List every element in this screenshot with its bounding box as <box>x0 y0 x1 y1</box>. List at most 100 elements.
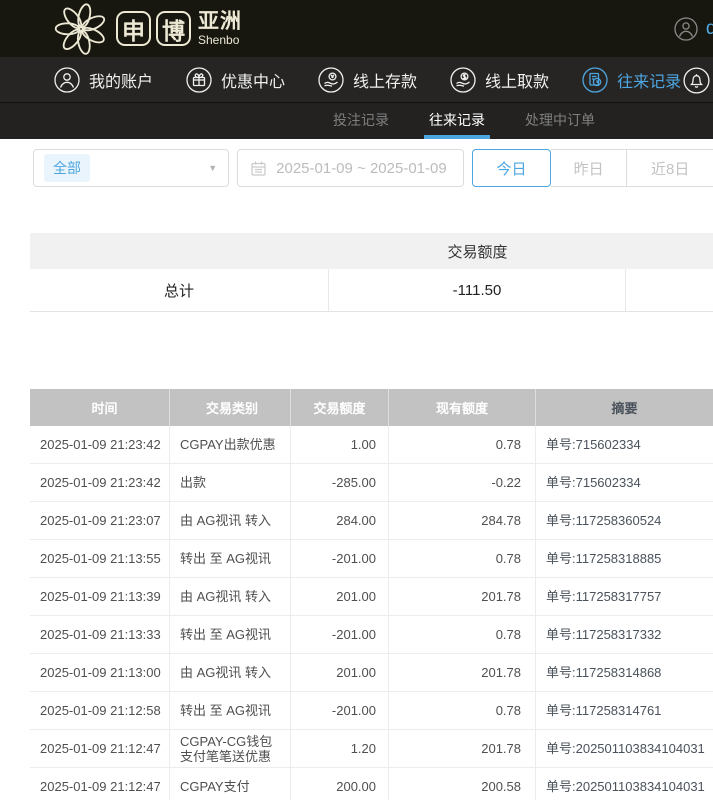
table-header-row: 时间 交易类别 交易额度 现有额度 摘要 <box>30 389 713 426</box>
col-header-type: 交易类别 <box>170 389 291 426</box>
nav-item-withdraw[interactable]: 线上取款 <box>450 67 549 93</box>
cell-time: 2025-01-09 21:23:07 <box>30 502 170 539</box>
cell-amount: 284.00 <box>291 502 389 539</box>
cell-amount: 201.00 <box>291 578 389 615</box>
brand-logo[interactable]: 申 博 亚洲 Shenbo <box>54 2 242 56</box>
cell-type: 转出 至 AG视讯 <box>170 692 291 729</box>
category-select[interactable]: 全部 ▼ <box>33 149 229 187</box>
notifications-button[interactable] <box>683 67 710 94</box>
cell-type: 由 AG视讯 转入 <box>170 578 291 615</box>
cell-amount: 1.20 <box>291 730 389 767</box>
table-row: 2025-01-09 21:12:58 转出 至 AG视讯 -201.00 0.… <box>30 692 713 730</box>
summary-col-header: 交易额度 <box>329 241 626 262</box>
cell-type: 由 AG视讯 转入 <box>170 502 291 539</box>
cell-time: 2025-01-09 21:12:47 <box>30 768 170 800</box>
cell-time: 2025-01-09 21:13:55 <box>30 540 170 577</box>
summary-row-label: 总计 <box>30 269 329 311</box>
summary-total-row: 总计 -111.50 <box>30 269 713 312</box>
cell-time: 2025-01-09 21:13:33 <box>30 616 170 653</box>
chevron-down-icon: ▼ <box>208 163 217 173</box>
date-range-input[interactable]: 2025-01-09 ~ 2025-01-09 <box>237 149 464 187</box>
cell-balance: 0.78 <box>389 426 536 463</box>
top-header: 申 博 亚洲 Shenbo qh <box>0 0 713 57</box>
summary-total-value: -111.50 <box>329 269 626 311</box>
cell-time: 2025-01-09 21:13:00 <box>30 654 170 691</box>
user-icon <box>54 67 80 93</box>
nav-label: 优惠中心 <box>221 68 285 92</box>
nav-item-deposit[interactable]: 线上存款 <box>318 67 417 93</box>
date-range-value: 2025-01-09 ~ 2025-01-09 <box>276 160 447 177</box>
cell-amount: -201.00 <box>291 692 389 729</box>
cell-balance: 0.78 <box>389 692 536 729</box>
col-header-time: 时间 <box>30 389 170 426</box>
today-button[interactable]: 今日 <box>472 149 551 187</box>
tab-transaction-records[interactable]: 往来记录 <box>424 103 490 139</box>
cell-type: 转出 至 AG视讯 <box>170 616 291 653</box>
cell-type: CGPAY-CG钱包支付笔笔送优惠 <box>170 730 291 767</box>
table-row: 2025-01-09 21:23:07 由 AG视讯 转入 284.00 284… <box>30 502 713 540</box>
cell-amount: 1.00 <box>291 426 389 463</box>
cell-amount: 200.00 <box>291 768 389 800</box>
nav-item-transaction-records[interactable]: 往来记录 <box>582 67 681 93</box>
sub-nav: 投注记录 往来记录 处理中订单 <box>0 103 713 139</box>
cell-type: 转出 至 AG视讯 <box>170 540 291 577</box>
cell-amount: -201.00 <box>291 540 389 577</box>
nav-label: 往来记录 <box>617 68 681 92</box>
logo-char-bo: 博 <box>156 11 191 46</box>
category-selected-value: 全部 <box>44 154 90 182</box>
cell-time: 2025-01-09 21:13:39 <box>30 578 170 615</box>
cell-balance: 0.78 <box>389 540 536 577</box>
cell-balance: 201.78 <box>389 730 536 767</box>
cell-time: 2025-01-09 21:23:42 <box>30 426 170 463</box>
nav-item-my-account[interactable]: 我的账户 <box>54 67 153 93</box>
cell-memo: 单号:117258314761 <box>536 692 713 729</box>
cell-time: 2025-01-09 21:12:47 <box>30 730 170 767</box>
table-row: 2025-01-09 21:13:33 转出 至 AG视讯 -201.00 0.… <box>30 616 713 654</box>
bell-icon <box>683 67 710 94</box>
cell-memo: 单号:117258360524 <box>536 502 713 539</box>
records-icon <box>582 67 608 93</box>
cell-time: 2025-01-09 21:12:58 <box>30 692 170 729</box>
deposit-icon <box>318 67 344 93</box>
cell-memo: 单号:715602334 <box>536 426 713 463</box>
cell-memo: 单号:117258318885 <box>536 540 713 577</box>
cell-balance: 284.78 <box>389 502 536 539</box>
cell-type: CGPAY出款优惠 <box>170 426 291 463</box>
user-area[interactable]: qh <box>674 0 713 57</box>
nav-label: 线上存款 <box>353 68 417 92</box>
last-8-days-button[interactable]: 近8日 <box>627 149 713 187</box>
summary-table: 交易额度 总计 -111.50 <box>30 233 713 312</box>
yesterday-button[interactable]: 昨日 <box>551 149 628 187</box>
col-header-balance: 现有额度 <box>389 389 536 426</box>
table-row: 2025-01-09 21:23:42 出款 -285.00 -0.22 单号:… <box>30 464 713 502</box>
cell-type: 出款 <box>170 464 291 501</box>
cell-memo: 单号:715602334 <box>536 464 713 501</box>
username-label: qh <box>706 18 713 40</box>
main-nav: 我的账户 优惠中心 线上存款 <box>0 57 713 103</box>
table-row: 2025-01-09 21:13:39 由 AG视讯 转入 201.00 201… <box>30 578 713 616</box>
cell-type: CGPAY支付 <box>170 768 291 800</box>
tab-pending-orders[interactable]: 处理中订单 <box>520 103 600 139</box>
table-row: 2025-01-09 21:12:47 CGPAY-CG钱包支付笔笔送优惠 1.… <box>30 730 713 768</box>
cell-type: 由 AG视讯 转入 <box>170 654 291 691</box>
cell-time: 2025-01-09 21:23:42 <box>30 464 170 501</box>
summary-header-row: 交易额度 <box>30 233 713 269</box>
cell-amount: -201.00 <box>291 616 389 653</box>
cell-memo: 单号:117258314868 <box>536 654 713 691</box>
calendar-icon <box>250 160 267 177</box>
nav-item-promotions[interactable]: 优惠中心 <box>186 67 285 93</box>
cell-balance: 201.78 <box>389 578 536 615</box>
table-row: 2025-01-09 21:13:00 由 AG视讯 转入 201.00 201… <box>30 654 713 692</box>
table-row: 2025-01-09 21:12:47 CGPAY支付 200.00 200.5… <box>30 768 713 800</box>
cell-amount: -285.00 <box>291 464 389 501</box>
cell-memo: 单号:202501103834104031 <box>536 768 713 800</box>
withdraw-icon <box>450 67 476 93</box>
tab-bet-records[interactable]: 投注记录 <box>328 103 394 139</box>
cell-balance: 0.78 <box>389 616 536 653</box>
flower-logo-icon <box>54 2 108 56</box>
logo-char-shen: 申 <box>116 11 151 46</box>
table-row: 2025-01-09 21:13:55 转出 至 AG视讯 -201.00 0.… <box>30 540 713 578</box>
gift-icon <box>186 67 212 93</box>
cell-balance: 201.78 <box>389 654 536 691</box>
nav-label: 我的账户 <box>89 68 153 92</box>
